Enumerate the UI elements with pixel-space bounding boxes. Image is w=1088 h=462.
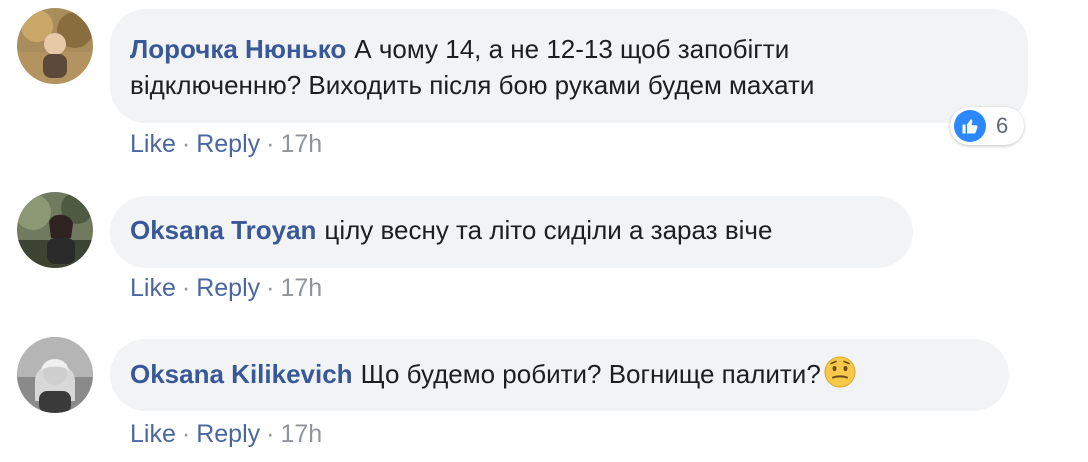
reaction-count: 6 <box>996 113 1009 138</box>
reply-link[interactable]: Reply <box>196 130 260 158</box>
comment-actions: Like · Reply · 17h <box>130 274 322 303</box>
comment-text-continued: відключенню? Виходить після бою руками б… <box>130 70 815 100</box>
reaction-summary[interactable]: 6 <box>950 107 1024 145</box>
comment-bubble: Лорочка Нюнько А чому 14, а не 12-13 щоб … <box>110 9 1028 123</box>
comment-actions: Like · Reply · 17h <box>130 130 322 159</box>
comment-text: цілу весну та літо сиділи а зараз віче <box>324 215 773 245</box>
comment-bubble: Oksana Troyan цілу весну та літо сиділи а… <box>110 196 913 268</box>
comment-text: Що будемо робити? Вогнище палити? <box>360 359 821 389</box>
reply-link[interactable]: Reply <box>196 274 260 302</box>
comment-author[interactable]: Oksana Troyan <box>130 215 316 245</box>
avatar[interactable] <box>17 8 93 84</box>
like-link[interactable]: Like <box>130 274 176 302</box>
avatar[interactable] <box>17 337 93 413</box>
comment-text: А чому 14, а не 12-13 щоб запобігти <box>354 34 790 64</box>
avatar[interactable] <box>17 192 93 268</box>
avatar-photo <box>17 192 93 268</box>
reply-link[interactable]: Reply <box>196 420 260 448</box>
comment-actions: Like · Reply · 17h <box>130 420 322 449</box>
separator-dot: · <box>181 130 191 158</box>
like-icon <box>954 110 986 142</box>
separator-dot: · <box>266 274 275 302</box>
avatar-photo <box>17 8 93 84</box>
comment-author[interactable]: Oksana Kilikevich <box>130 359 353 389</box>
timestamp[interactable]: 17h <box>280 130 322 158</box>
avatar-photo <box>17 337 93 413</box>
separator-dot: · <box>266 130 275 158</box>
comment-bubble: Oksana Kilikevich Що будемо робити? Вогни… <box>110 339 1009 411</box>
thinking-face-icon <box>824 356 856 388</box>
like-link[interactable]: Like <box>130 420 176 448</box>
separator-dot: · <box>181 274 191 302</box>
separator-dot: · <box>266 420 275 448</box>
like-link[interactable]: Like <box>130 130 176 158</box>
separator-dot: · <box>181 420 191 448</box>
comment-author[interactable]: Лорочка Нюнько <box>130 34 346 64</box>
timestamp[interactable]: 17h <box>280 274 322 302</box>
timestamp[interactable]: 17h <box>280 420 322 448</box>
